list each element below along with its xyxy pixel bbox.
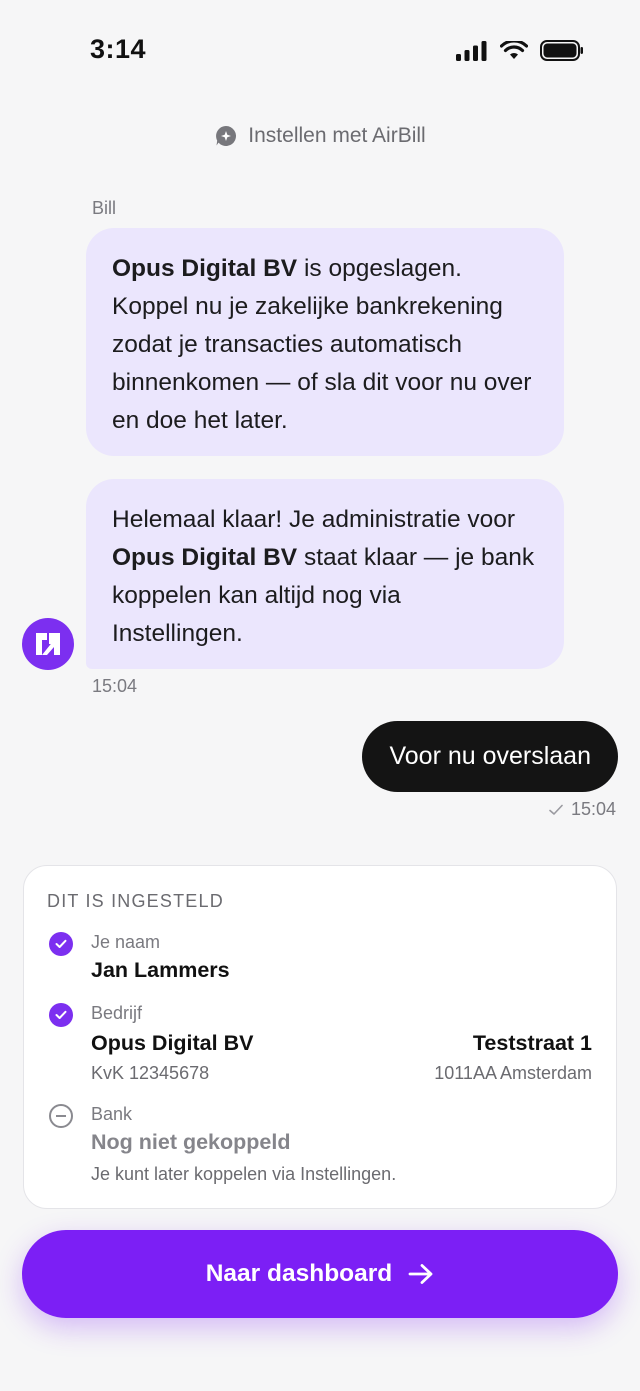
bank-value: Nog niet gekoppeld <box>91 1130 291 1154</box>
chat-header: Instellen met AirBill <box>0 124 640 148</box>
bot-message-time: 15:04 <box>92 676 138 696</box>
check-icon <box>49 932 73 956</box>
setup-summary-card: DIT IS INGESTELD Je naam Jan Lammers Bed… <box>23 865 617 1209</box>
check-icon <box>49 1003 73 1027</box>
status-time: 3:14 <box>90 34 147 64</box>
bank-note: Je kunt later koppelen via Instellingen. <box>91 1164 397 1184</box>
message-text-before: Helemaal klaar! Je administratie voor <box>112 506 516 533</box>
bot-avatar <box>22 618 74 670</box>
company-street: Teststraat 1 <box>472 1031 592 1055</box>
chat-title: Instellen met AirBill <box>248 124 426 147</box>
battery-icon <box>540 40 583 61</box>
user-message-meta: 15:04 <box>549 799 616 820</box>
dashboard-button-label: Naar dashboard <box>205 1260 393 1287</box>
bot-message-1: Opus Digital BV is opgeslagen. Koppel nu… <box>86 228 564 456</box>
company-label: Bedrijf <box>91 1003 143 1023</box>
summary-title: DIT IS INGESTELD <box>47 891 224 911</box>
company-name: Opus Digital BV <box>112 544 298 571</box>
arrow-right-icon <box>408 1264 433 1284</box>
company-name: Opus Digital BV <box>112 255 298 282</box>
chat-sparkle-icon <box>216 125 237 146</box>
user-message-time: 15:04 <box>570 799 616 819</box>
dashboard-button[interactable]: Naar dashboard <box>22 1230 618 1318</box>
wifi-icon <box>500 40 528 59</box>
user-message: Voor nu overslaan <box>362 721 618 792</box>
bot-message-2: Helemaal klaar! Je administratie voor Op… <box>86 479 564 669</box>
company-city: 1011AA Amsterdam <box>434 1063 592 1083</box>
sent-check-icon <box>549 804 563 815</box>
bank-label: Bank <box>91 1104 133 1124</box>
signal-icon <box>456 40 487 61</box>
name-label: Je naam <box>91 932 161 952</box>
status-icons <box>456 40 584 61</box>
minus-circle-icon <box>49 1104 73 1128</box>
company-kvk: KvK 12345678 <box>91 1063 210 1083</box>
airbill-logo-icon <box>36 633 60 655</box>
company-value: Opus Digital BV <box>91 1031 254 1055</box>
sender-name: Bill <box>92 198 117 218</box>
status-bar: 3:14 <box>0 0 640 100</box>
name-value: Jan Lammers <box>91 958 230 982</box>
